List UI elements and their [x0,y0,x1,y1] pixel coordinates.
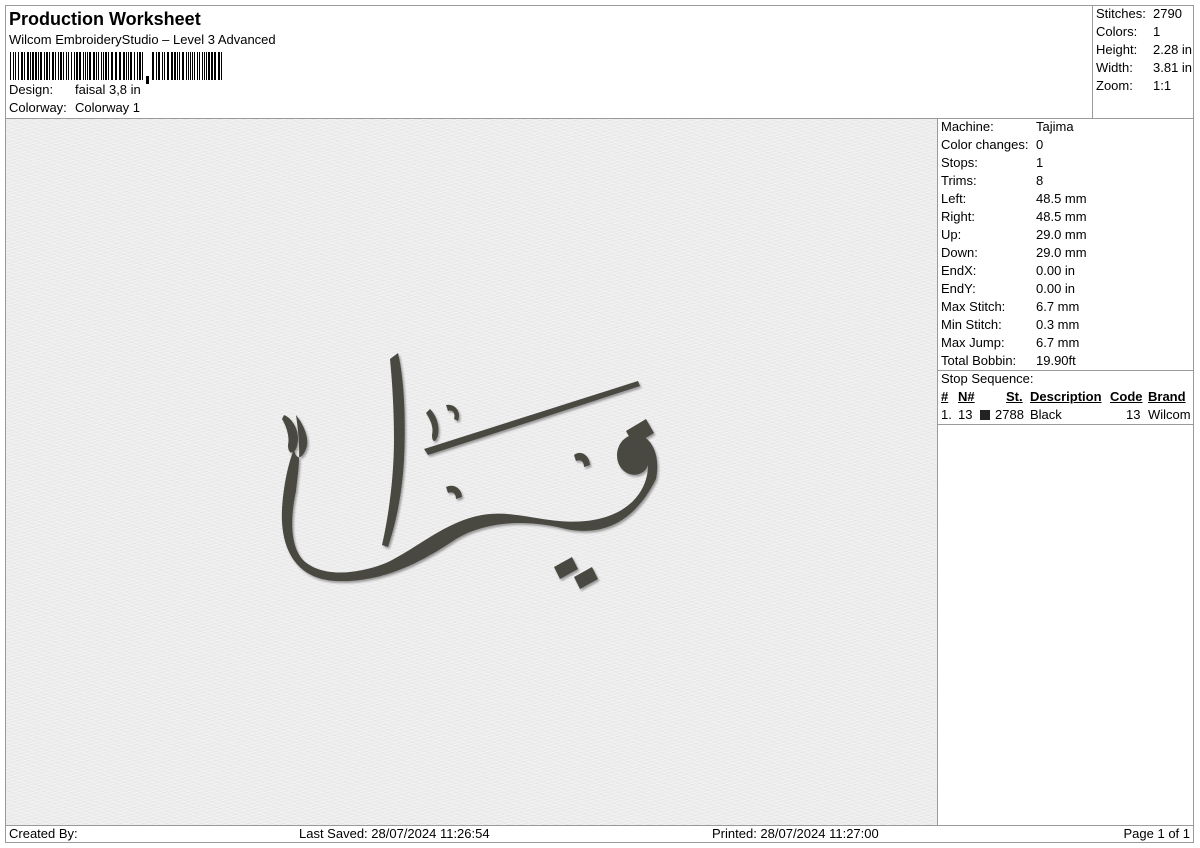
hook-left [282,415,299,453]
col-stitches: St. [1006,389,1023,404]
row-needle: 13 [958,407,973,422]
colorway-label: Colorway: [9,100,67,115]
row-brand: Wilcom [1148,407,1191,422]
design-preview [6,119,937,825]
embroidery-design [281,353,658,589]
hook-right-2 [574,452,590,467]
dot-ya-2 [574,567,598,589]
sequence-divider [938,424,1193,425]
row-index: 1. [941,407,952,422]
hook-top [446,404,460,421]
hook-right-1 [446,485,462,499]
colorway-row: Colorway: Colorway 1 [9,100,140,116]
row-code: 13 [1126,407,1141,422]
stop-sequence-title: Stop Sequence: [941,371,1034,386]
col-index: # [941,389,949,404]
row-stitches: 2788 [995,407,1024,422]
software-subtitle: Wilcom EmbroideryStudio – Level 3 Advanc… [9,32,276,47]
col-brand: Brand [1148,389,1186,404]
barcode-icon [10,52,222,84]
row-description: Black [1030,407,1062,422]
machine-info-panel: Machine: Tajima Color changes: 0 Stops: 1 T… [938,119,1193,825]
thread-color-swatch [980,410,990,420]
design-label: Design: [9,82,54,97]
col-description: Description [1030,389,1102,404]
lam-stroke [382,353,405,547]
dot-ya-1 [554,557,578,579]
last-saved: Last Saved: 28/07/2024 11:26:54 [299,826,490,841]
design-row: Design: faisal 3,8 in [9,82,141,98]
design-stats: Stitches: 2790 Colors: 1 Height: 2.28 in Wi… [1092,6,1194,118]
col-needle: N# [958,389,975,404]
created-by: Created By: [9,826,78,841]
col-code: Code [1110,389,1143,404]
hook-mid [426,409,439,441]
page-number: Page 1 of 1 [1123,826,1191,841]
worksheet-footer: Created By: Last Saved: 28/07/2024 11:26… [6,826,1193,842]
printed-date: Printed: 28/07/2024 11:27:00 [712,826,879,841]
page-title: Production Worksheet [9,9,201,29]
colorway-value: Colorway 1 [75,100,141,115]
design-value: faisal 3,8 in [75,82,141,97]
worksheet-header: Production Worksheet Wilcom EmbroiderySt… [6,6,1092,118]
